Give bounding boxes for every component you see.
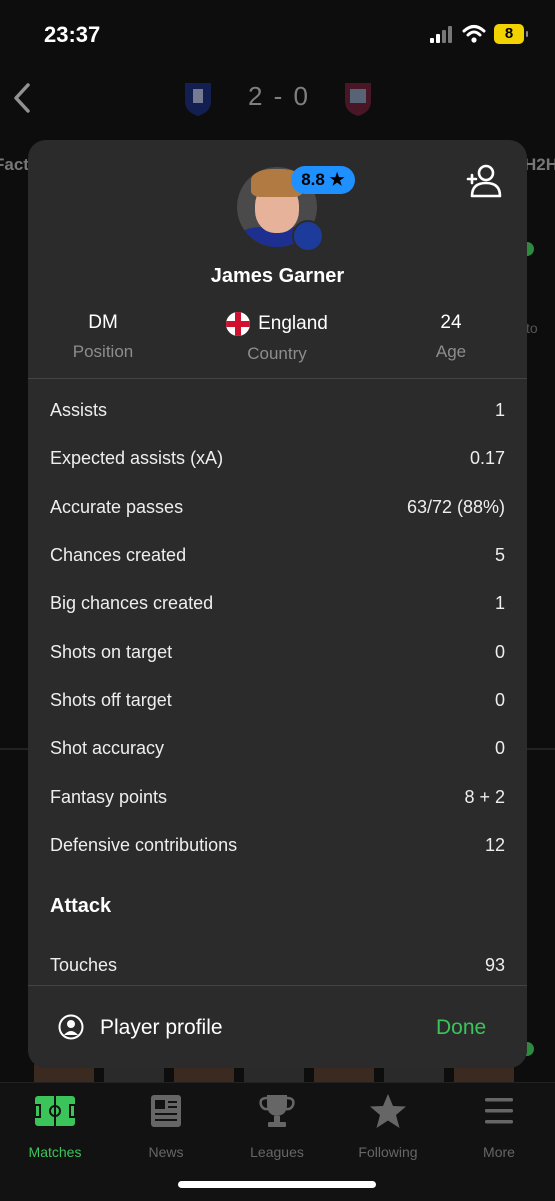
age-label: Age	[435, 342, 467, 361]
background-tab-h2h: H2H	[524, 155, 555, 174]
stat-value: 1	[494, 400, 505, 420]
stat-label: Touches	[50, 955, 118, 975]
position-value: DM	[88, 312, 118, 333]
follow-player-icon[interactable]	[466, 164, 504, 198]
player-profile-icon[interactable]	[58, 1014, 84, 1040]
stat-label: Shots off target	[50, 690, 172, 710]
battery-icon: 8	[494, 24, 528, 44]
player-profile-button[interactable]: Player profile	[100, 1016, 223, 1040]
position-info: DM Position	[28, 312, 183, 362]
wifi-icon	[462, 25, 486, 43]
country-info: England Country	[197, 312, 357, 364]
tab-matches[interactable]: Matches	[5, 1093, 105, 1160]
status-bar: 23:37 8	[0, 0, 555, 70]
tab-leagues-label: Leagues	[250, 1144, 304, 1160]
status-time: 23:37	[44, 22, 101, 47]
stat-value: 1	[494, 593, 505, 613]
tab-following[interactable]: Following	[338, 1093, 438, 1160]
tab-more-label: More	[483, 1144, 515, 1160]
away-team-crest-icon	[345, 83, 371, 116]
stat-value: 63/72 (88%)	[406, 497, 505, 517]
stat-value: 8 + 2	[464, 787, 505, 807]
player-name: James Garner	[210, 265, 345, 287]
stat-row: Touches 93	[50, 951, 505, 981]
stat-value: 0	[494, 642, 505, 662]
stat-label: Shots on target	[50, 642, 173, 662]
tab-news-label: News	[148, 1144, 184, 1160]
stat-row: Chances created 5	[50, 541, 505, 571]
background-tab-facts: Fact	[0, 155, 29, 174]
news-icon	[151, 1095, 181, 1127]
menu-icon	[485, 1098, 513, 1124]
player-stats-modal: 8.8 ★ James Garner DM Position England C…	[28, 140, 527, 1068]
home-indicator	[178, 1181, 376, 1188]
age-value: 24	[440, 312, 462, 333]
done-button[interactable]: Done	[436, 1016, 486, 1040]
stat-label: Big chances created	[50, 593, 214, 613]
stat-value: 93	[484, 955, 505, 975]
stat-label: Expected assists (xA)	[50, 448, 224, 468]
tab-matches-label: Matches	[28, 1144, 82, 1160]
stat-row: Big chances created 1	[50, 589, 505, 619]
tab-following-label: Following	[358, 1144, 418, 1160]
stat-value: 0	[494, 738, 505, 758]
stat-row: Accurate passes 63/72 (88%)	[50, 493, 505, 523]
stat-value: 5	[494, 545, 505, 565]
stat-label: Chances created	[50, 545, 187, 565]
stat-row: Fantasy points 8 + 2	[50, 783, 505, 813]
stat-row: Shot accuracy 0	[50, 734, 505, 764]
country-value: England	[258, 313, 328, 335]
star-icon	[370, 1094, 406, 1128]
cellular-signal-icon	[430, 26, 456, 43]
back-chevron-icon[interactable]	[10, 81, 34, 115]
stat-row: Assists 1	[50, 396, 505, 426]
stat-row: Shots off target 0	[50, 686, 505, 716]
club-badge-icon	[292, 220, 324, 252]
stat-label: Assists	[50, 400, 108, 420]
stat-label: Shot accuracy	[50, 738, 165, 758]
stat-label: Fantasy points	[50, 787, 168, 807]
stat-label: Defensive contributions	[50, 835, 238, 855]
stat-row: Shots on target 0	[50, 638, 505, 668]
home-team-crest-icon	[185, 83, 211, 116]
header-divider	[28, 378, 527, 379]
match-header: 2 - 0	[0, 75, 555, 125]
match-score: 2 - 0	[247, 81, 311, 111]
age-info: 24 Age	[371, 312, 527, 362]
position-label: Position	[72, 342, 134, 361]
tab-leagues[interactable]: Leagues	[227, 1093, 327, 1160]
pitch-icon	[34, 1096, 76, 1126]
stat-row: Defensive contributions 12	[50, 831, 505, 861]
england-flag-icon	[226, 312, 251, 336]
tab-more[interactable]: More	[449, 1093, 549, 1160]
country-label: Country	[247, 344, 307, 363]
stat-row: Expected assists (xA) 0.17	[50, 444, 505, 474]
attack-section-title: Attack	[50, 895, 112, 917]
stat-value: 0	[494, 690, 505, 710]
modal-footer: Player profile Done	[28, 985, 527, 1068]
background-text: to	[526, 320, 538, 336]
stat-value: 0.17	[469, 448, 505, 468]
stat-label: Accurate passes	[50, 497, 184, 517]
stat-value: 12	[484, 835, 505, 855]
trophy-icon	[259, 1095, 295, 1127]
tab-news[interactable]: News	[116, 1093, 216, 1160]
player-rating-badge: 8.8 ★	[291, 166, 355, 194]
